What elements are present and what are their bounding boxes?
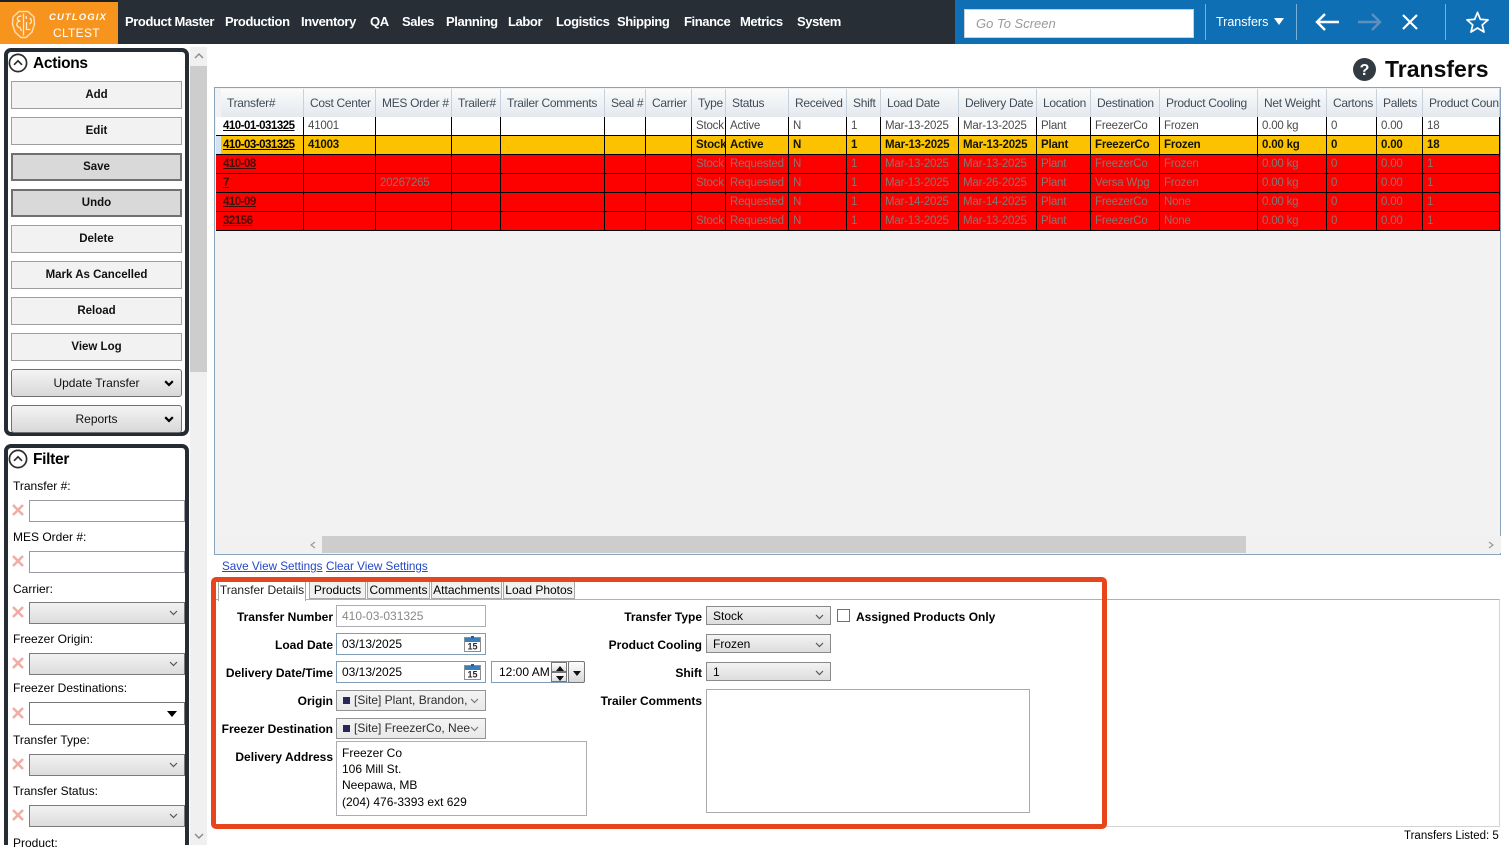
- svg-text:?: ?: [1360, 62, 1370, 79]
